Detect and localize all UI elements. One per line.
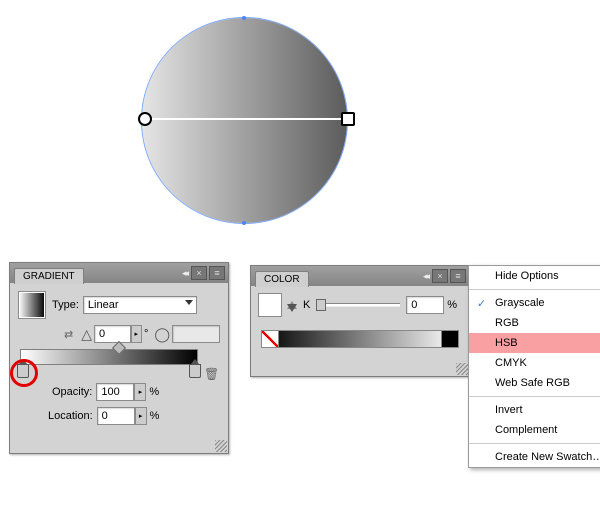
black-color-box[interactable] <box>441 330 459 348</box>
gradient-type-select[interactable]: Linear <box>83 296 197 314</box>
collapse-chevrons-icon[interactable]: ◂◂ <box>182 268 187 279</box>
panel-close-button[interactable]: × <box>432 269 448 283</box>
gradient-ramp[interactable]: 🗑 <box>20 349 218 365</box>
k-value-input[interactable]: 0 <box>406 296 444 314</box>
grayscale-spectrum[interactable] <box>261 330 459 348</box>
menu-rgb[interactable]: RGB <box>469 313 600 333</box>
menu-separator <box>469 289 600 290</box>
menu-separator <box>469 443 600 444</box>
panel-menu-button[interactable]: ≡ <box>450 269 466 283</box>
opacity-label: Opacity: <box>52 386 92 398</box>
gradient-end-handle[interactable] <box>341 112 355 126</box>
panel-close-button[interactable]: × <box>191 266 207 280</box>
check-icon: ✓ <box>477 297 486 310</box>
gradient-circle[interactable] <box>142 18 347 223</box>
color-tab[interactable]: COLOR <box>255 271 309 287</box>
location-label: Location: <box>48 410 93 422</box>
menu-create-swatch[interactable]: Create New Swatch… <box>469 447 600 467</box>
menu-hsb[interactable]: HSB <box>469 333 600 353</box>
opacity-spinner[interactable]: ▸ <box>134 383 146 401</box>
resize-grip[interactable] <box>215 440 227 452</box>
aspect-ratio-icon: ◯ <box>154 326 170 343</box>
gradient-panel-header[interactable]: GRADIENT ◂◂ × ≡ <box>10 263 228 283</box>
type-label: Type: <box>52 299 79 311</box>
none-color-box[interactable] <box>261 330 279 348</box>
menu-websafe-rgb[interactable]: Web Safe RGB <box>469 373 600 393</box>
gradient-preview-swatch[interactable] <box>18 291 46 319</box>
location-input[interactable]: 0 <box>97 407 135 425</box>
gradient-type-value: Linear <box>88 299 119 311</box>
resize-grip[interactable] <box>456 363 468 375</box>
k-slider-track[interactable] <box>320 303 400 307</box>
gradient-tab[interactable]: GRADIENT <box>14 268 84 284</box>
gradient-annotator-axis[interactable] <box>139 118 354 120</box>
menu-grayscale[interactable]: ✓Grayscale <box>469 293 600 313</box>
panel-menu-button[interactable]: ≡ <box>209 266 225 280</box>
collapse-chevrons-icon[interactable]: ◂◂ <box>423 271 428 282</box>
k-unit: % <box>447 299 457 311</box>
location-unit: % <box>150 410 160 422</box>
menu-complement[interactable]: Complement <box>469 420 600 440</box>
location-spinner[interactable]: ▸ <box>135 407 147 425</box>
gradient-panel: GRADIENT ◂◂ × ≡ Type: Linear ⇄ △ 0 ▸ ° ◯ <box>9 262 229 454</box>
angle-input[interactable]: 0 <box>94 325 131 343</box>
color-panel-header[interactable]: COLOR ◂◂ × ≡ <box>251 266 469 286</box>
trash-icon[interactable]: 🗑 <box>204 367 216 379</box>
k-slider-knob[interactable] <box>316 299 326 311</box>
menu-invert[interactable]: Invert <box>469 400 600 420</box>
gradient-stop-right[interactable] <box>189 364 201 378</box>
aspect-ratio-input <box>172 325 220 343</box>
opacity-unit: % <box>149 386 159 398</box>
fill-swatch[interactable] <box>259 294 281 316</box>
canvas-area[interactable] <box>0 0 600 260</box>
selection-handle-top[interactable] <box>242 16 246 20</box>
color-panel-flyout-menu: Hide Options ✓Grayscale RGB HSB CMYK Web… <box>468 265 600 468</box>
gradient-origin-handle[interactable] <box>138 112 152 126</box>
channel-k-label: K <box>303 299 310 311</box>
fill-stroke-toggle-icon[interactable] <box>287 304 297 312</box>
gradient-stop-left[interactable] <box>17 364 29 378</box>
gradient-strip[interactable] <box>20 349 198 365</box>
reverse-gradient-icon[interactable]: ⇄ <box>64 328 73 341</box>
menu-cmyk[interactable]: CMYK <box>469 353 600 373</box>
chevron-down-icon <box>185 300 193 305</box>
selection-handle-bottom[interactable] <box>242 221 246 225</box>
menu-separator <box>469 396 600 397</box>
angle-icon: △ <box>81 326 92 343</box>
angle-spinner[interactable]: ▸ <box>131 325 142 343</box>
opacity-input[interactable]: 100 <box>96 383 134 401</box>
color-panel: COLOR ◂◂ × ≡ K 0 % <box>250 265 470 377</box>
menu-hide-options[interactable]: Hide Options <box>469 266 600 286</box>
